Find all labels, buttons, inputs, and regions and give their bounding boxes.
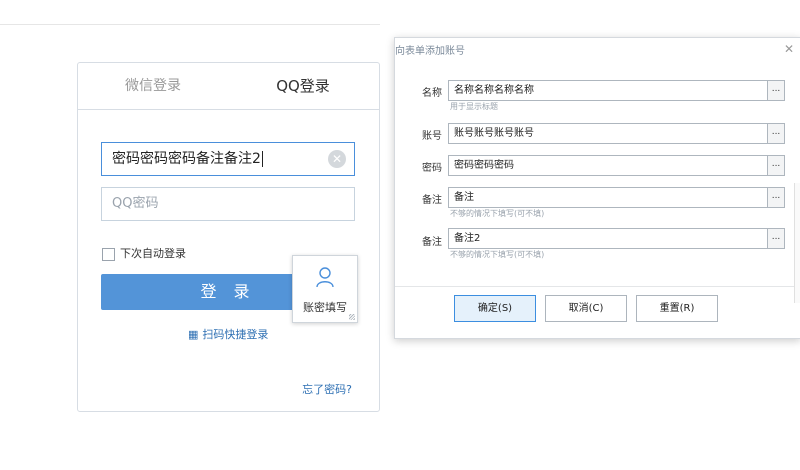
account-label: 账号 [422,131,442,142]
account-input-value: 密码密码密码备注备注2 [112,151,263,167]
remember-checkbox[interactable] [102,247,115,261]
remember-login[interactable]: 下次自动登录 [102,246,186,262]
name-label: 名称 [422,88,442,99]
password-placeholder: QQ密码 [112,196,159,211]
resize-grip-icon[interactable] [349,314,355,320]
autofill-label: 账密填写 [303,301,347,314]
page-divider [0,24,380,25]
tab-wechat-login[interactable]: 微信登录 [78,63,228,109]
account-input[interactable]: 密码密码密码备注备注2 ✕ [101,142,355,176]
tab-qq-login[interactable]: QQ登录 [228,63,378,109]
forgot-password-link[interactable]: 忘了密码? [302,381,352,397]
password-field[interactable]: 密码密码密码 [448,155,768,176]
login-tabs: 微信登录 QQ登录 [78,63,379,110]
close-icon[interactable]: ✕ [784,42,794,56]
name-hint: 用于显示标题 [450,102,498,111]
name-field-value: 名称名称名称名称 [454,85,534,96]
user-icon [316,267,334,288]
scan-login-link[interactable]: ▦ 扫码快捷登录 [188,326,268,342]
name-more-button[interactable]: ... [768,80,785,101]
note2-hint: 不够的情况下填写(可不填) [450,250,545,259]
remember-label: 下次自动登录 [120,247,186,260]
background-window-edge [794,183,800,303]
note2-field[interactable]: 备注2 [448,228,768,249]
dialog-title: 向表单添加账号 [395,46,465,57]
clear-icon[interactable]: ✕ [328,150,346,168]
password-input[interactable]: QQ密码 [101,187,355,221]
autofill-popup[interactable]: 账密填写 [292,255,358,323]
note-field[interactable]: 备注 [448,187,768,208]
scan-login-label: 扫码快捷登录 [202,328,269,341]
qq-login-panel: 微信登录 QQ登录 密码密码密码备注备注2 ✕ QQ密码 下次自动登录 登 录 … [77,62,380,412]
text-caret [261,151,263,167]
password-field-value: 密码密码密码 [454,160,514,171]
note2-more-button[interactable]: ... [768,228,785,249]
note-more-button[interactable]: ... [768,187,785,208]
qr-code-icon: ▦ [188,328,199,341]
note-label: 备注 [422,195,442,206]
confirm-button[interactable]: 确定(S) [454,295,536,322]
reset-button[interactable]: 重置(R) [636,295,718,322]
password-more-button[interactable]: ... [768,155,785,176]
add-account-dialog: 向表单添加账号 ✕ 名称 名称名称名称名称 ... 用于显示标题 账号 账号账号… [394,37,800,339]
account-field[interactable]: 账号账号账号账号 [448,123,768,144]
password-label: 密码 [422,163,442,174]
note2-field-value: 备注2 [454,233,481,244]
account-field-value: 账号账号账号账号 [454,128,534,139]
note2-label: 备注 [422,237,442,248]
note-field-value: 备注 [454,192,474,203]
account-more-button[interactable]: ... [768,123,785,144]
dialog-divider [395,286,800,287]
cancel-button[interactable]: 取消(C) [545,295,627,322]
note-hint: 不够的情况下填写(可不填) [450,209,545,218]
name-field[interactable]: 名称名称名称名称 [448,80,768,101]
